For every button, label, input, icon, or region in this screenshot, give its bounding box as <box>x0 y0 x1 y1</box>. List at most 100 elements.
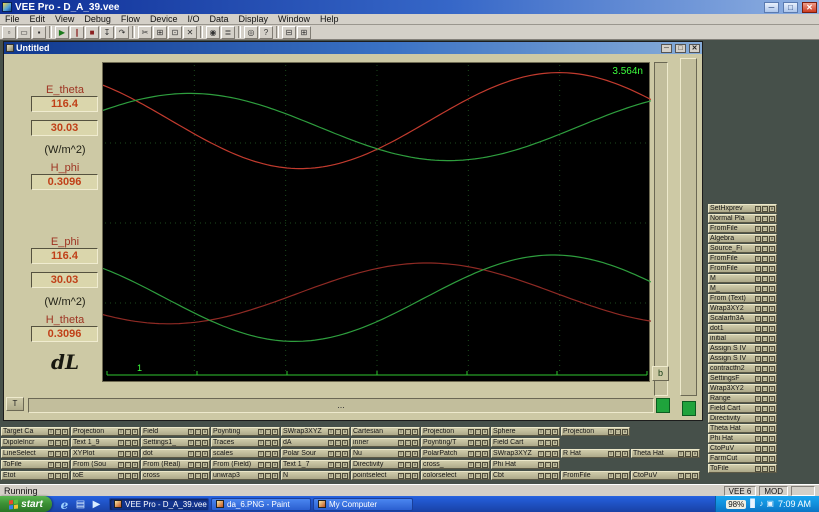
object-close-button[interactable]: ✕ <box>202 451 208 457</box>
object-close-button[interactable]: ✕ <box>769 236 775 242</box>
collapsed-object[interactable]: inner≡□✕ <box>351 438 420 447</box>
main-view-button[interactable]: ⊟ <box>282 26 296 39</box>
object-menu-button[interactable]: ≡ <box>755 356 761 362</box>
object-expand-button[interactable]: □ <box>762 286 768 292</box>
object-expand-button[interactable]: □ <box>762 456 768 462</box>
object-menu-button[interactable]: ≡ <box>755 386 761 392</box>
object-menu-button[interactable]: ≡ <box>755 246 761 252</box>
collapsed-object[interactable]: Poynting≡□✕ <box>211 427 280 436</box>
object-menu-button[interactable]: ≡ <box>398 462 404 468</box>
object-expand-button[interactable]: □ <box>265 440 271 446</box>
object-menu-button[interactable]: ≡ <box>328 462 334 468</box>
object-menu-button[interactable]: ≡ <box>678 451 684 457</box>
object-close-button[interactable]: ✕ <box>769 326 775 332</box>
collapsed-object[interactable]: FromFile≡□✕ <box>708 264 777 273</box>
object-close-button[interactable]: ✕ <box>692 473 698 479</box>
object-menu-button[interactable]: ≡ <box>328 440 334 446</box>
object-expand-button[interactable]: □ <box>762 316 768 322</box>
object-expand-button[interactable]: □ <box>125 473 131 479</box>
collapsed-object[interactable]: cross≡□✕ <box>141 471 210 480</box>
child-minimize-button[interactable]: ─ <box>661 44 672 53</box>
object-close-button[interactable]: ✕ <box>769 416 775 422</box>
object-expand-button[interactable]: □ <box>545 462 551 468</box>
object-menu-button[interactable]: ≡ <box>188 429 194 435</box>
object-expand-button[interactable]: □ <box>762 246 768 252</box>
object-menu-button[interactable]: ≡ <box>48 473 54 479</box>
object-expand-button[interactable]: □ <box>762 216 768 222</box>
object-expand-button[interactable]: □ <box>405 429 411 435</box>
object-menu-button[interactable]: ≡ <box>118 440 124 446</box>
object-menu-button[interactable]: ≡ <box>48 451 54 457</box>
object-menu-button[interactable]: ≡ <box>328 429 334 435</box>
menu-help[interactable]: Help <box>315 14 344 25</box>
object-expand-button[interactable]: □ <box>125 440 131 446</box>
collapsed-object[interactable]: CtoPuV≡□✕ <box>708 444 777 453</box>
collapsed-object[interactable]: SWrap3XYZ≡□✕ <box>491 449 560 458</box>
object-expand-button[interactable]: □ <box>335 440 341 446</box>
object-close-button[interactable]: ✕ <box>342 473 348 479</box>
collapsed-object[interactable]: Sphere≡□✕ <box>491 427 560 436</box>
object-close-button[interactable]: ✕ <box>342 429 348 435</box>
object-expand-button[interactable]: □ <box>335 451 341 457</box>
object-expand-button[interactable]: □ <box>762 386 768 392</box>
object-menu-button[interactable]: ≡ <box>48 440 54 446</box>
object-close-button[interactable]: ✕ <box>622 451 628 457</box>
object-close-button[interactable]: ✕ <box>132 440 138 446</box>
collapsed-object[interactable]: Theta Hat≡□✕ <box>708 424 777 433</box>
menu-display[interactable]: Display <box>233 14 273 25</box>
object-close-button[interactable]: ✕ <box>622 429 628 435</box>
open-button[interactable]: ▭ <box>17 26 31 39</box>
horizontal-scrollbar[interactable]: ... <box>28 398 654 413</box>
scale-b-box[interactable]: b <box>652 366 669 381</box>
collapsed-object[interactable]: Target Ca≡□✕ <box>1 427 70 436</box>
object-menu-button[interactable]: ≡ <box>755 236 761 242</box>
collapsed-object[interactable]: Text 1_7≡□✕ <box>281 460 350 469</box>
collapsed-object[interactable]: N≡□✕ <box>281 471 350 480</box>
cut-button[interactable]: ✂ <box>138 26 152 39</box>
collapsed-object[interactable]: Directivity≡□✕ <box>351 460 420 469</box>
object-menu-button[interactable]: ≡ <box>755 216 761 222</box>
object-menu-button[interactable]: ≡ <box>118 473 124 479</box>
object-expand-button[interactable]: □ <box>762 236 768 242</box>
object-expand-button[interactable]: □ <box>762 306 768 312</box>
object-close-button[interactable]: ✕ <box>692 451 698 457</box>
object-expand-button[interactable]: □ <box>762 266 768 272</box>
object-menu-button[interactable]: ≡ <box>328 451 334 457</box>
taskbar-task[interactable]: My Computer <box>313 498 413 511</box>
object-close-button[interactable]: ✕ <box>272 462 278 468</box>
object-close-button[interactable]: ✕ <box>482 440 488 446</box>
collapsed-object[interactable]: dot1≡□✕ <box>708 324 777 333</box>
object-menu-button[interactable]: ≡ <box>755 396 761 402</box>
object-expand-button[interactable]: □ <box>125 451 131 457</box>
object-expand-button[interactable]: □ <box>195 429 201 435</box>
object-menu-button[interactable]: ≡ <box>755 466 761 472</box>
object-menu-button[interactable]: ≡ <box>755 456 761 462</box>
object-expand-button[interactable]: □ <box>762 206 768 212</box>
object-close-button[interactable]: ✕ <box>62 473 68 479</box>
object-menu-button[interactable]: ≡ <box>755 286 761 292</box>
menu-file[interactable]: File <box>0 14 25 25</box>
collapsed-object[interactable]: Assign S IV≡□✕ <box>708 344 777 353</box>
object-close-button[interactable]: ✕ <box>552 451 558 457</box>
object-menu-button[interactable]: ≡ <box>258 429 264 435</box>
object-expand-button[interactable]: □ <box>195 451 201 457</box>
object-expand-button[interactable]: □ <box>55 429 61 435</box>
collapsed-object[interactable]: FromFile≡□✕ <box>708 224 777 233</box>
collapsed-object[interactable]: Directivity≡□✕ <box>708 414 777 423</box>
object-expand-button[interactable]: □ <box>762 356 768 362</box>
object-menu-button[interactable]: ≡ <box>188 473 194 479</box>
object-expand-button[interactable]: □ <box>265 451 271 457</box>
collapsed-object[interactable]: Traces≡□✕ <box>211 438 280 447</box>
object-expand-button[interactable]: □ <box>55 462 61 468</box>
collapsed-object[interactable]: dot≡□✕ <box>141 449 210 458</box>
object-close-button[interactable]: ✕ <box>132 451 138 457</box>
object-close-button[interactable]: ✕ <box>769 446 775 452</box>
object-expand-button[interactable]: □ <box>195 473 201 479</box>
object-expand-button[interactable]: □ <box>195 440 201 446</box>
collapsed-object[interactable]: Theta Hat≡□✕ <box>631 449 700 458</box>
object-close-button[interactable]: ✕ <box>202 462 208 468</box>
object-menu-button[interactable]: ≡ <box>755 336 761 342</box>
object-menu-button[interactable]: ≡ <box>118 462 124 468</box>
object-menu-button[interactable]: ≡ <box>538 451 544 457</box>
collapsed-object[interactable]: Field Cart≡□✕ <box>491 438 560 447</box>
